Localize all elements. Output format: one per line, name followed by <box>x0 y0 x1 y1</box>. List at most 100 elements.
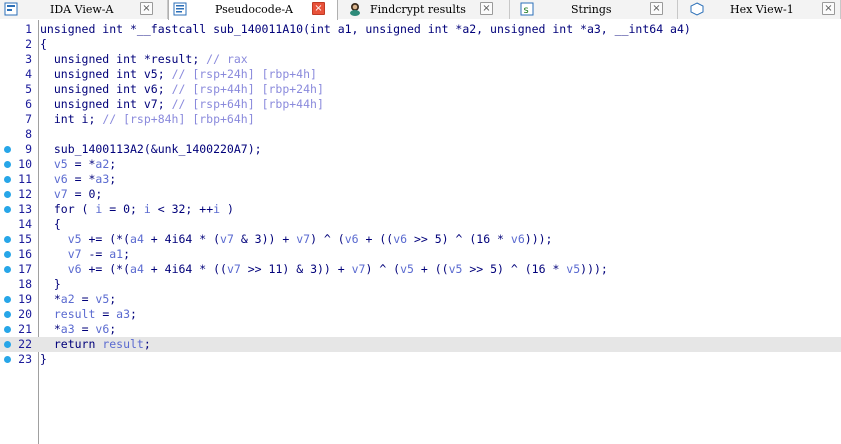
code-text[interactable]: } <box>40 277 61 292</box>
code-line[interactable]: 22 return result; <box>0 337 841 352</box>
breakpoint-dot-icon[interactable] <box>4 236 11 243</box>
code-token: >> 5) ^ (16 * <box>462 262 567 276</box>
code-token: unsigned int v5; <box>40 67 172 81</box>
breakpoint-dot-icon[interactable] <box>4 296 11 303</box>
code-text[interactable]: return result; <box>40 337 151 352</box>
line-number: 18 <box>18 277 32 291</box>
tab-label: IDA View-A <box>50 3 114 16</box>
code-token: + 4i64 * (( <box>143 262 227 276</box>
breakpoint-dot-icon[interactable] <box>4 326 11 333</box>
line-number: 2 <box>25 37 32 51</box>
line-number: 23 <box>18 352 32 366</box>
code-text[interactable]: sub_1400113A2(&unk_1400220A7); <box>40 142 262 157</box>
code-line[interactable]: 4 unsigned int v5; // [rsp+24h] [rbp+4h] <box>0 67 841 82</box>
breakpoint-dot-icon[interactable] <box>4 356 11 363</box>
code-line[interactable]: 12 v7 = 0; <box>0 187 841 202</box>
breakpoint-dot-icon[interactable] <box>4 161 11 168</box>
code-line[interactable]: 18 } <box>0 277 841 292</box>
breakpoint-dot-icon[interactable] <box>4 341 11 348</box>
tab-findcrypt-results[interactable]: Findcrypt results × <box>338 0 510 19</box>
code-line[interactable]: 16 v7 -= a1; <box>0 247 841 262</box>
close-icon[interactable]: × <box>312 2 325 15</box>
code-variable: v6 <box>393 232 408 246</box>
code-line[interactable]: 14 { <box>0 217 841 232</box>
code-line[interactable]: 8 <box>0 127 841 142</box>
strings-icon: s <box>520 2 534 16</box>
pseudocode-icon <box>173 2 187 16</box>
line-number: 3 <box>25 52 32 66</box>
line-number: 4 <box>25 67 32 81</box>
code-comment: // rax <box>206 52 248 66</box>
line-number: 15 <box>18 232 32 246</box>
close-icon[interactable]: × <box>140 2 153 15</box>
code-text[interactable]: v7 -= a1; <box>40 247 130 262</box>
code-text[interactable]: unsigned int *__fastcall sub_140011A10(i… <box>40 22 691 37</box>
code-token: ))); <box>580 262 608 276</box>
hex-view-icon <box>690 2 704 16</box>
code-line[interactable]: 3 unsigned int *result; // rax <box>0 52 841 67</box>
code-text[interactable]: unsigned int v7; // [rsp+64h] [rbp+44h] <box>40 97 324 112</box>
line-number: 13 <box>18 202 32 216</box>
tab-strings[interactable]: s Strings × <box>510 0 678 19</box>
code-text[interactable]: *a3 = v6; <box>40 322 116 337</box>
code-text[interactable]: unsigned int v5; // [rsp+24h] [rbp+4h] <box>40 67 317 82</box>
code-token: = 0; <box>102 202 144 216</box>
code-line[interactable]: 5 unsigned int v6; // [rsp+44h] [rbp+24h… <box>0 82 841 97</box>
code-line[interactable]: 10 v5 = *a2; <box>0 157 841 172</box>
code-text[interactable]: int i; // [rsp+84h] [rbp+64h] <box>40 112 255 127</box>
code-text[interactable]: } <box>40 352 47 367</box>
code-line[interactable]: 7 int i; // [rsp+84h] [rbp+64h] <box>0 112 841 127</box>
breakpoint-dot-icon[interactable] <box>4 206 11 213</box>
tab-ida-view-a[interactable]: IDA View-A × <box>0 0 168 19</box>
code-variable: v7 <box>220 232 234 246</box>
code-variable: v5 <box>40 232 82 246</box>
code-line[interactable]: 20 result = a3; <box>0 307 841 322</box>
close-icon[interactable]: × <box>822 2 835 15</box>
code-token: } <box>40 352 47 366</box>
code-token: ; <box>109 157 117 171</box>
breakpoint-dot-icon[interactable] <box>4 251 11 258</box>
code-line[interactable]: 11 v6 = *a3; <box>0 172 841 187</box>
code-line[interactable]: 9 sub_1400113A2(&unk_1400220A7); <box>0 142 841 157</box>
line-number: 16 <box>18 247 32 261</box>
code-line[interactable]: 17 v6 += (*(a4 + 4i64 * ((v7 >> 11) & 3)… <box>0 262 841 277</box>
code-text[interactable]: unsigned int *result; // rax <box>40 52 248 67</box>
breakpoint-dot-icon[interactable] <box>4 191 11 198</box>
tab-pseudocode-a[interactable]: Pseudocode-A × <box>168 0 338 20</box>
code-line[interactable]: 1 unsigned int *__fastcall sub_140011A10(… <box>0 22 841 37</box>
code-variable: result <box>40 307 96 321</box>
code-line[interactable]: 2{ <box>0 37 841 52</box>
findcrypt-icon <box>350 3 360 16</box>
code-line[interactable]: 21 *a3 = v6; <box>0 322 841 337</box>
code-text[interactable]: { <box>40 217 61 232</box>
code-line[interactable]: 19 *a2 = v5; <box>0 292 841 307</box>
code-token: unsigned int *__fastcall sub_140011A10(i… <box>40 22 691 36</box>
code-text[interactable]: result = a3; <box>40 307 137 322</box>
code-text[interactable]: v7 = 0; <box>40 187 102 202</box>
breakpoint-dot-icon[interactable] <box>4 146 11 153</box>
close-icon[interactable]: × <box>650 2 663 15</box>
code-line[interactable]: 15 v5 += (*(a4 + 4i64 * (v7 & 3)) + v7) … <box>0 232 841 247</box>
breakpoint-dot-icon[interactable] <box>4 176 11 183</box>
code-line[interactable]: 6 unsigned int v7; // [rsp+64h] [rbp+44h… <box>0 97 841 112</box>
code-line[interactable]: 23} <box>0 352 841 367</box>
code-text[interactable]: *a2 = v5; <box>40 292 116 307</box>
close-icon[interactable]: × <box>480 2 493 15</box>
breakpoint-dot-icon[interactable] <box>4 266 11 273</box>
code-text[interactable]: v5 += (*(a4 + 4i64 * (v7 & 3)) + v7) ^ (… <box>40 232 553 247</box>
pseudocode-editor[interactable]: 1 unsigned int *__fastcall sub_140011A10(… <box>0 20 841 444</box>
code-token: ; <box>109 292 117 306</box>
code-variable: v5 <box>400 262 414 276</box>
code-text[interactable]: unsigned int v6; // [rsp+44h] [rbp+24h] <box>40 82 324 97</box>
code-text[interactable]: v5 = *a2; <box>40 157 116 172</box>
code-text[interactable]: { <box>40 37 47 52</box>
line-number: 10 <box>18 157 32 171</box>
breakpoint-dot-icon[interactable] <box>4 311 11 318</box>
code-text[interactable]: v6 = *a3; <box>40 172 116 187</box>
code-text[interactable]: for ( i = 0; i < 32; ++i ) <box>40 202 234 217</box>
code-text[interactable]: v6 += (*(a4 + 4i64 * ((v7 >> 11) & 3)) +… <box>40 262 608 277</box>
code-line[interactable]: 13 for ( i = 0; i < 32; ++i ) <box>0 202 841 217</box>
line-number: 5 <box>25 82 32 96</box>
tab-hex-view-1[interactable]: Hex View-1 × <box>678 0 841 19</box>
code-token: int i; <box>40 112 103 126</box>
